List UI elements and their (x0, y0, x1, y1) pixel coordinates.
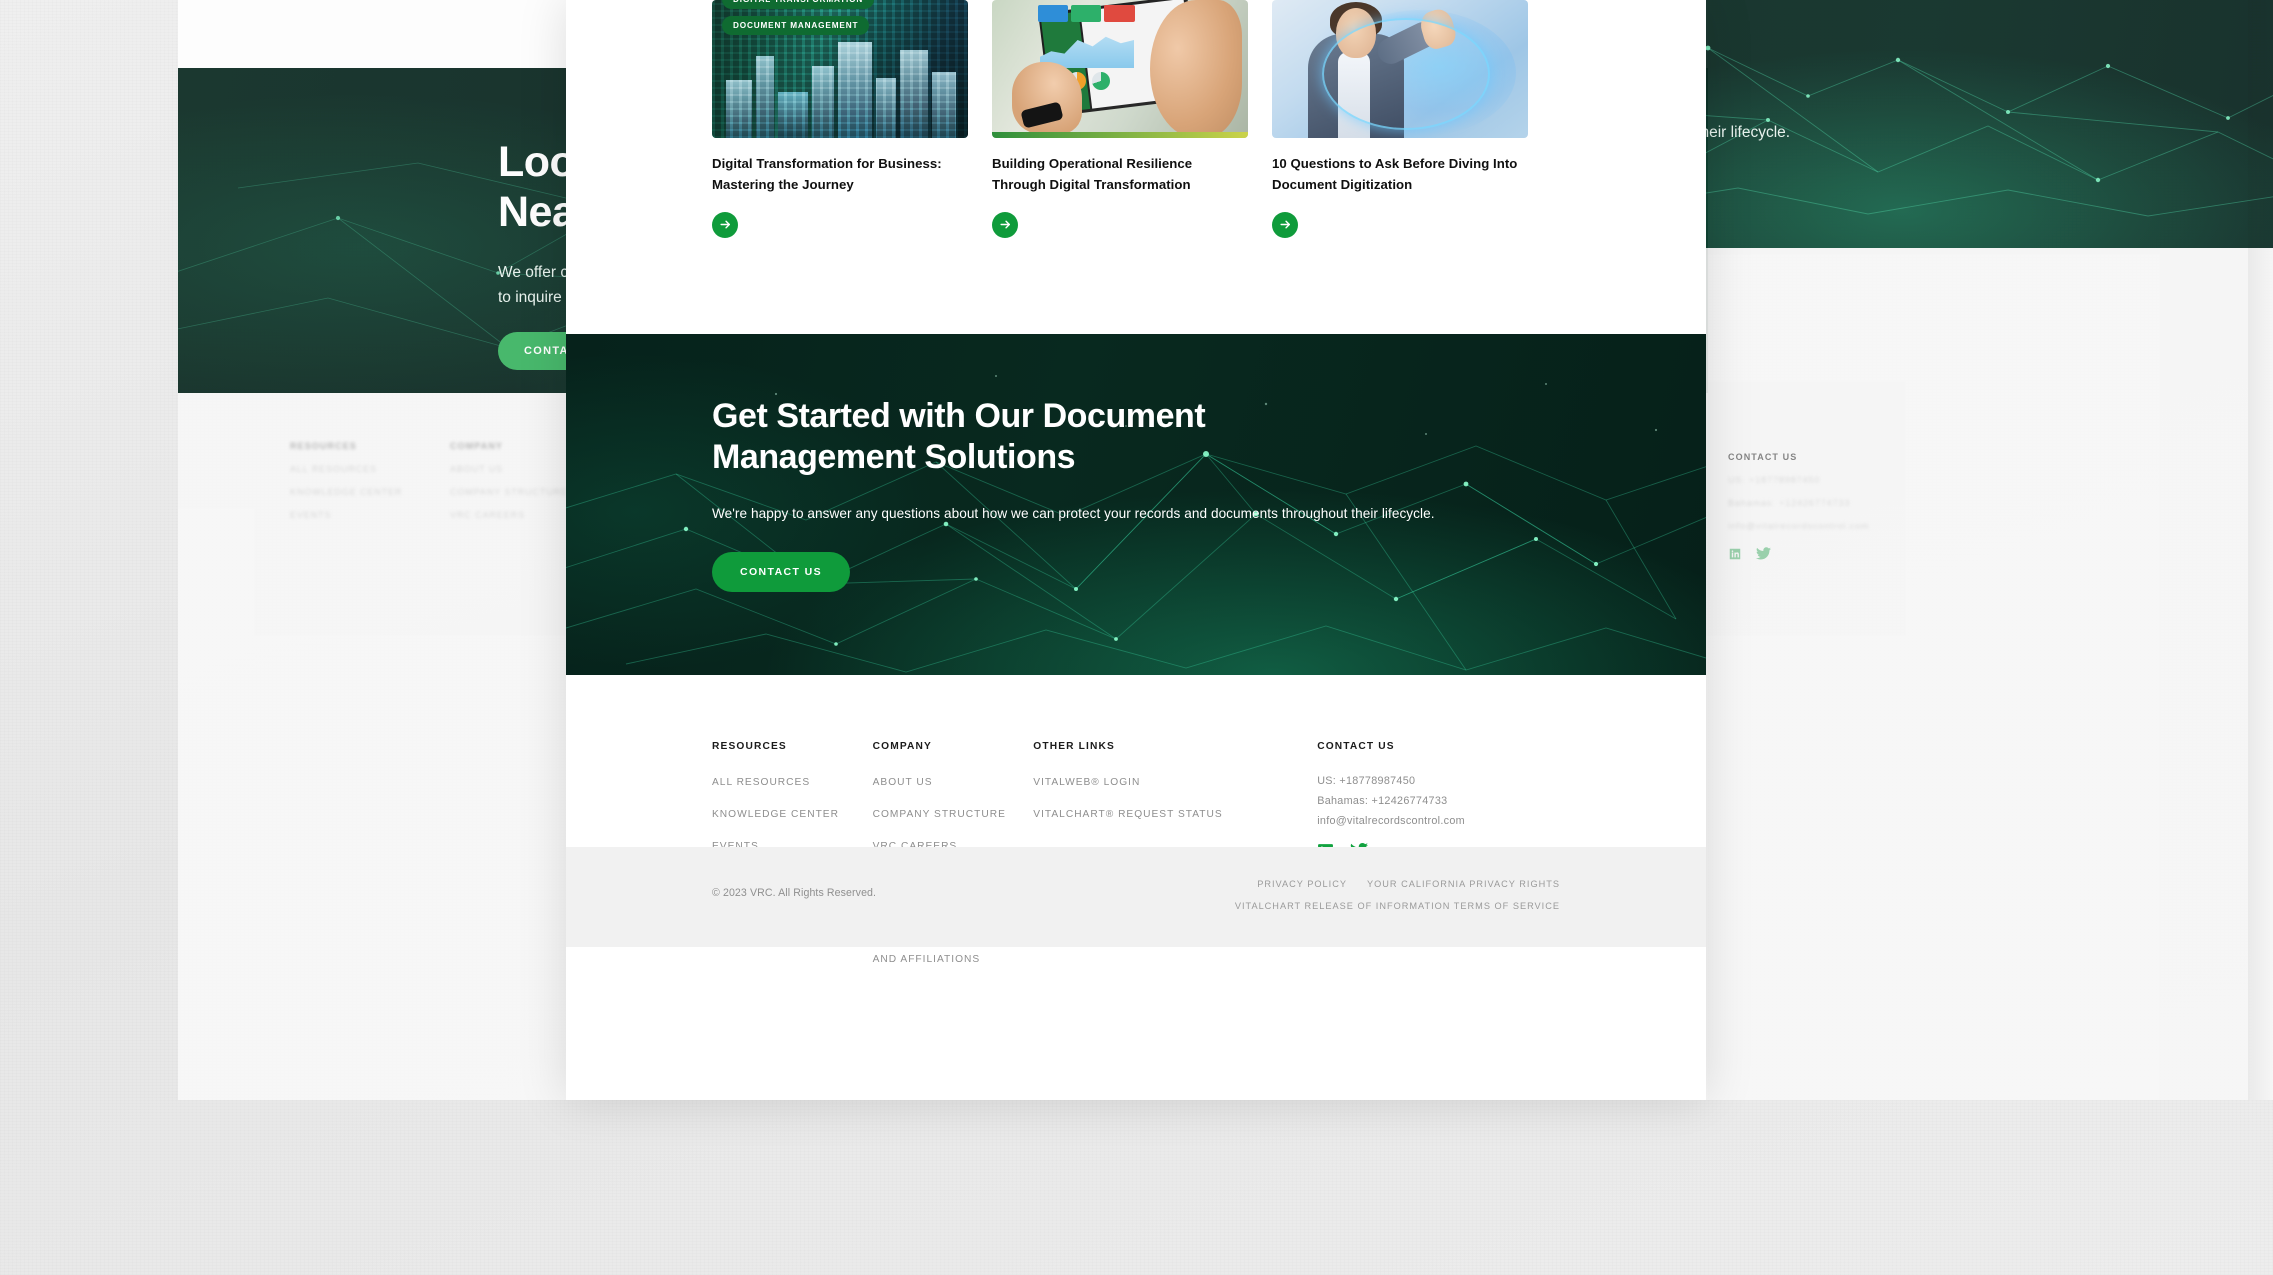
cta-heading-line1: Get Started with Our Document (712, 396, 1206, 435)
article-card[interactable]: DIGITAL TRANSFORMATION DOCUMENT MANAGEME… (712, 0, 968, 238)
footer-contact-heading: CONTACT US (1317, 740, 1395, 752)
background-contact-heading: CONTACT US (1728, 452, 1798, 462)
background-sheet-edge (2248, 0, 2273, 1100)
arrow-right-icon (719, 220, 730, 229)
footer-bottom-bar: © 2023 VRC. All Rights Reserved. PRIVACY… (566, 846, 1706, 947)
background-contact-line: Bahamas: +12426774733 (1728, 498, 1851, 508)
article-arrow-button[interactable] (712, 211, 738, 238)
footer-link-company-structure[interactable]: COMPANY STRUCTURE (873, 807, 1034, 822)
article-tag-list (1334, 0, 1387, 9)
articles-bottom-spacer (566, 238, 1706, 334)
footer-bahamas-phone[interactable]: Bahamas: +12426774733 (1317, 795, 1560, 807)
screenshot-stage: Looking for Sec Near Me We offer competi… (0, 0, 2273, 1275)
site-footer: RESOURCES ALL RESOURCES KNOWLEDGE CENTER… (566, 674, 1706, 965)
background-contact-block: CONTACT US US: +18778987450 Bahamas: +12… (1728, 452, 2028, 561)
footer-email[interactable]: info@vitalrecordscontrol.com (1317, 815, 1560, 827)
legal-link-vitalchart-terms[interactable]: VITALCHART RELEASE OF INFORMATION TERMS … (1235, 901, 1560, 911)
background-contact-line: US: +18778987450 (1728, 475, 1821, 485)
article-arrow-button[interactable] (1272, 211, 1298, 238)
cta-content: Get Started with Our Document Management… (566, 334, 1706, 592)
article-title[interactable]: Digital Transformation for Business: Mas… (712, 154, 968, 196)
legal-links: PRIVACY POLICY YOUR CALIFORNIA PRIVACY R… (1235, 879, 1560, 914)
footer-link-all-resources[interactable]: ALL RESOURCES (712, 775, 873, 790)
article-tag[interactable]: DOCUMENT MANAGEMENT (722, 16, 870, 35)
woman-hologram-image (1272, 0, 1528, 138)
tablet-dashboard-image (992, 0, 1248, 138)
footer-heading: COMPANY (872, 740, 933, 752)
cta-heading: Get Started with Our Document Management… (712, 396, 1372, 478)
cta-section: Get Started with Our Document Management… (566, 333, 1706, 675)
legal-link-california-privacy-rights[interactable]: YOUR CALIFORNIA PRIVACY RIGHTS (1367, 879, 1560, 889)
legal-link-privacy-policy[interactable]: PRIVACY POLICY (1257, 879, 1347, 889)
footer-link-vitalweb-login[interactable]: VITALWEB® LOGIN (1033, 775, 1317, 790)
article-thumbnail[interactable]: DIGITAL TRANSFORMATION DOCUMENT MANAGEME… (712, 0, 968, 138)
arrow-right-icon (1279, 220, 1290, 229)
article-arrow-button[interactable] (992, 211, 1018, 238)
copyright-text: © 2023 VRC. All Rights Reserved. (712, 886, 877, 899)
article-title[interactable]: Building Operational Resilience Through … (992, 154, 1248, 196)
article-tag-list: DIGITAL TRANSFORMATION DOCUMENT MANAGEME… (722, 0, 875, 35)
background-contact-line: info@vitalrecordscontrol.com (1728, 521, 1870, 531)
twitter-icon[interactable] (1756, 547, 1771, 560)
article-title[interactable]: 10 Questions to Ask Before Diving Into D… (1272, 154, 1528, 196)
article-card[interactable]: Building Operational Resilience Through … (992, 0, 1248, 238)
article-thumbnail[interactable] (992, 0, 1248, 138)
footer-link-vitalchart-request-status[interactable]: VITALCHART® REQUEST STATUS (1033, 807, 1317, 822)
footer-link-about-us[interactable]: ABOUT US (873, 775, 1034, 790)
footer-link-knowledge-center[interactable]: KNOWLEDGE CENTER (712, 807, 873, 822)
article-card[interactable]: 10 Questions to Ask Before Diving Into D… (1272, 0, 1528, 238)
article-thumbnail[interactable] (1272, 0, 1528, 138)
arrow-right-icon (999, 220, 1010, 229)
cta-heading-line2: Management Solutions (712, 437, 1076, 476)
linkedin-icon[interactable] (1728, 547, 1742, 561)
footer-heading: OTHER LINKS (1033, 740, 1115, 752)
footer-heading: RESOURCES (712, 740, 787, 752)
main-content-sheet: DIGITAL TRANSFORMATION DOCUMENT MANAGEME… (566, 0, 1706, 1100)
related-articles-section: DIGITAL TRANSFORMATION DOCUMENT MANAGEME… (566, 0, 1706, 238)
footer-us-phone[interactable]: US: +18778987450 (1317, 775, 1560, 787)
cta-contact-us-button[interactable]: CONTACT US (712, 551, 851, 592)
cta-paragraph: We're happy to answer any questions abou… (712, 506, 1435, 522)
article-tag[interactable]: DIGITAL TRANSFORMATION (722, 0, 875, 9)
